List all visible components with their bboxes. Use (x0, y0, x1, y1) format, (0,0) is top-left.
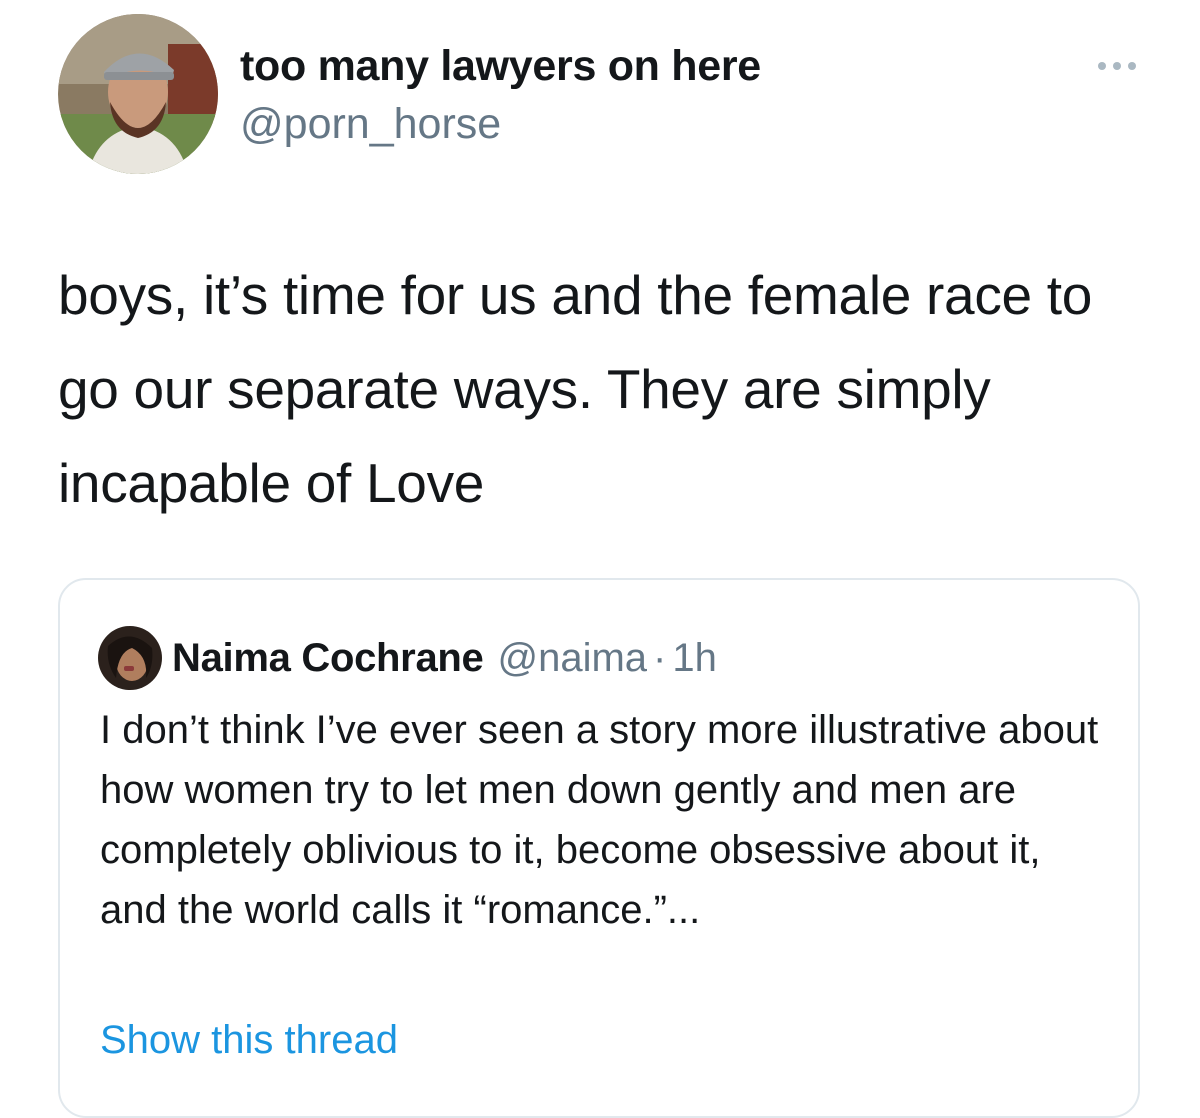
avatar-photo-icon (58, 14, 218, 174)
quoted-author-avatar[interactable] (98, 626, 162, 690)
author-handle[interactable]: @porn_horse (240, 98, 761, 150)
tweet-text: boys, it’s time for us and the female ra… (58, 264, 1093, 514)
tweet: too many lawyers on here @porn_horse boy… (0, 0, 1200, 1118)
show-thread-link[interactable]: Show this thread (100, 1012, 398, 1068)
header-separator: · (653, 635, 667, 680)
author-avatar[interactable] (58, 14, 218, 174)
quoted-tweet-timestamp[interactable]: 1h (672, 636, 717, 681)
more-options-button[interactable] (1092, 52, 1142, 82)
avatar-photo-icon (98, 626, 162, 690)
quoted-author-handle[interactable]: @naima (497, 636, 647, 681)
quoted-tweet-header: Naima Cochrane @naima · 1h (172, 626, 717, 690)
more-horizontal-icon (1098, 62, 1106, 70)
author-display-name[interactable]: too many lawyers on here (240, 40, 761, 92)
quoted-author-display-name[interactable]: Naima Cochrane (172, 636, 484, 681)
quoted-tweet-card[interactable]: Naima Cochrane @naima · 1h I don’t think… (58, 578, 1140, 1118)
quoted-tweet-text: I don’t think I’ve ever seen a story mor… (100, 708, 1099, 932)
tweet-author: too many lawyers on here @porn_horse (240, 40, 761, 150)
